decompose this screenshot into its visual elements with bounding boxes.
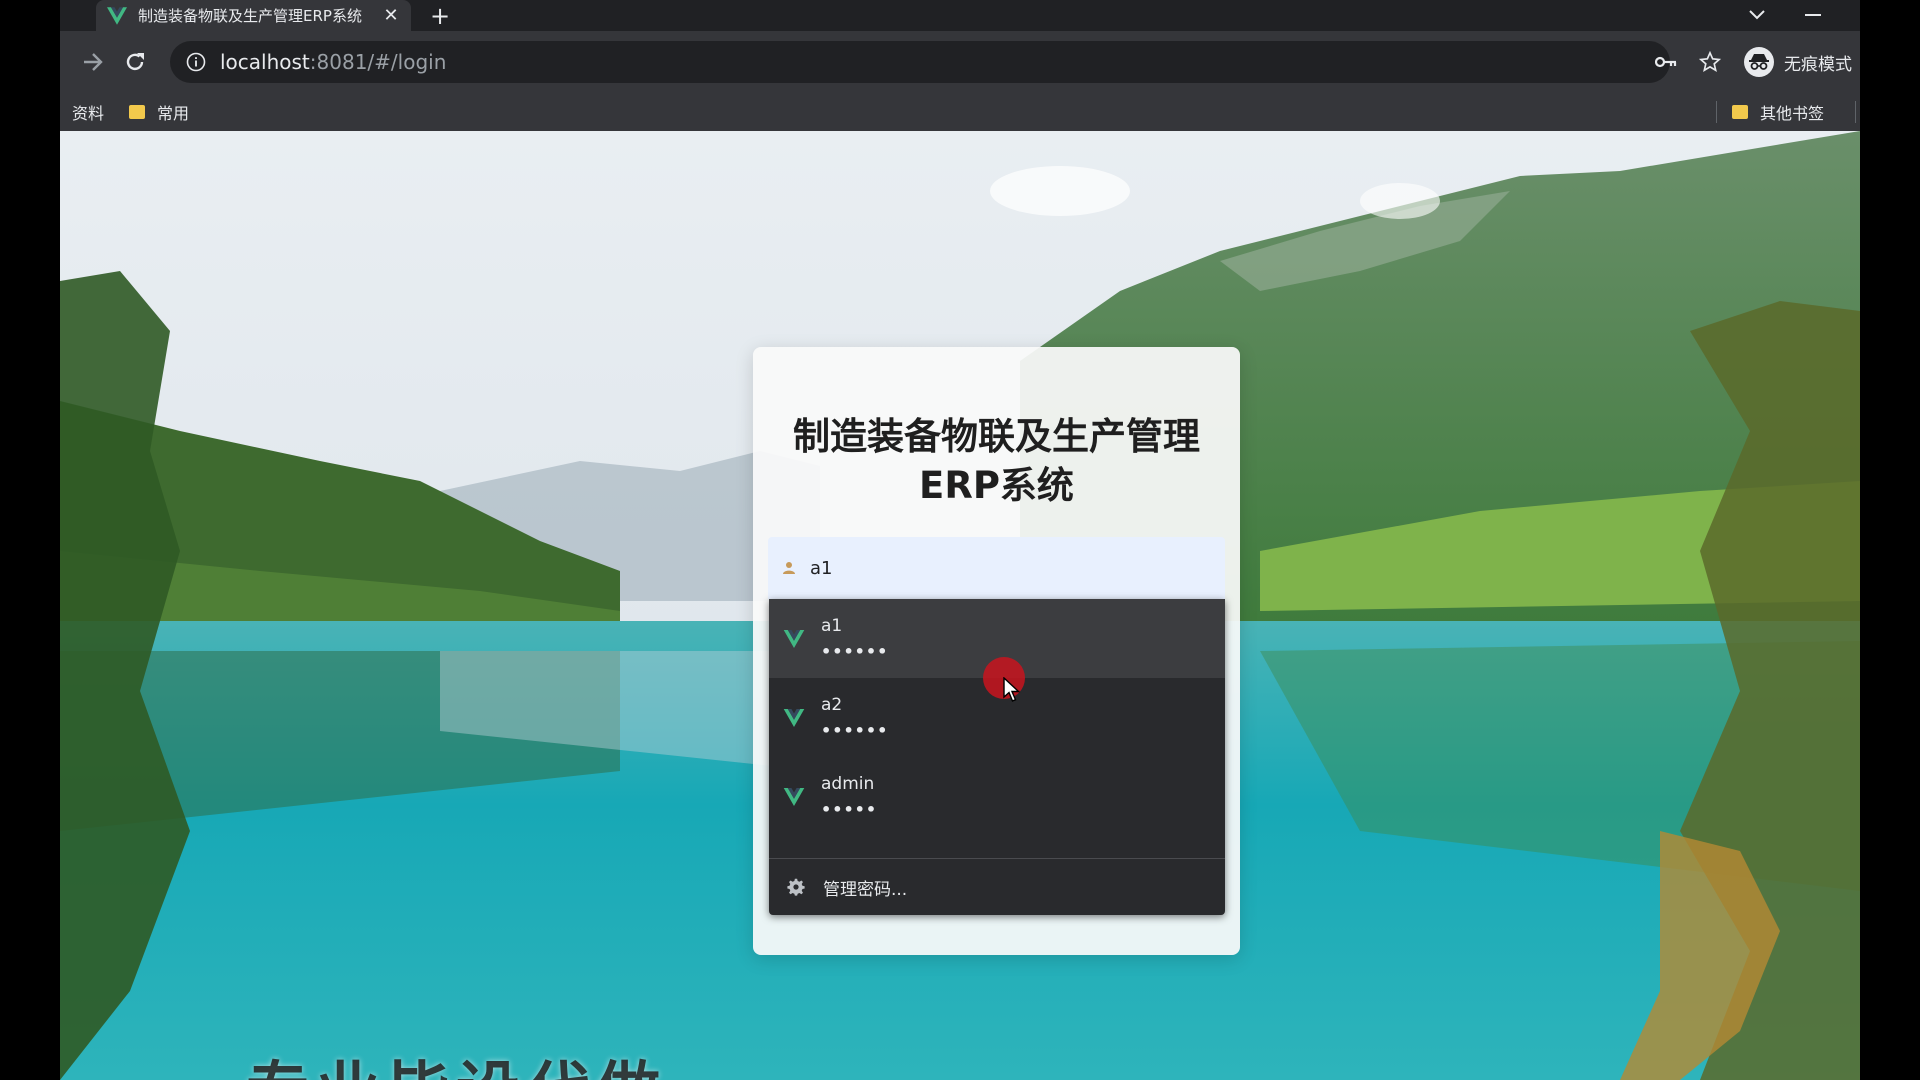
login-page: 制造装备物联及生产管理 ERP系统 a1 a1 •••••• a2 ••••••… xyxy=(60,131,1860,1080)
username-input[interactable]: a1 xyxy=(768,537,1225,599)
autofill-entry[interactable]: admin ••••• xyxy=(769,757,1225,836)
tab-strip: 制造装备物联及生产管理ERP系统 ✕ + xyxy=(60,0,1860,31)
autofill-password-mask: ••••• xyxy=(821,799,878,819)
address-bar[interactable]: localhost:8081/#/login xyxy=(170,41,1670,83)
url-path: :8081/#/login xyxy=(309,50,447,74)
autofill-credentials: a1 •••••• xyxy=(821,615,888,663)
bookmark-ziliao[interactable]: 资料 xyxy=(72,101,104,123)
incognito-label: 无痕模式 xyxy=(1784,54,1852,75)
tab-search-chevron-icon[interactable] xyxy=(1744,2,1770,28)
vue-logo-icon xyxy=(783,708,805,727)
autofill-password-mask: •••••• xyxy=(821,641,889,661)
autofill-credentials: admin ••••• xyxy=(821,773,877,821)
username-value: a1 xyxy=(810,557,833,579)
autofill-username: a2 xyxy=(821,694,843,715)
system-title-line2: ERP系统 xyxy=(919,464,1074,507)
bookmark-star-icon[interactable] xyxy=(1694,45,1726,79)
user-icon xyxy=(782,561,796,575)
folder-icon xyxy=(129,105,145,119)
bookmarks-divider xyxy=(1716,101,1717,123)
autofill-username: admin xyxy=(821,773,875,794)
system-title: 制造装备物联及生产管理 ERP系统 xyxy=(773,412,1220,510)
bookmark-folder-changyong[interactable]: 常用 xyxy=(129,101,189,123)
incognito-icon xyxy=(1744,47,1774,77)
site-info-icon[interactable] xyxy=(186,52,206,72)
login-card: 制造装备物联及生产管理 ERP系统 a1 a1 •••••• a2 ••••••… xyxy=(753,347,1240,955)
bookmarks-bar: 资料 常用 其他书签 xyxy=(60,93,1860,131)
reload-icon[interactable] xyxy=(118,45,152,79)
system-title-line1: 制造装备物联及生产管理 xyxy=(793,415,1200,458)
password-key-icon[interactable] xyxy=(1650,45,1682,79)
folder-icon xyxy=(1732,105,1748,119)
vue-logo-icon xyxy=(783,629,805,648)
bookmark-folder-other[interactable]: 其他书签 xyxy=(1732,101,1824,123)
bookmark-label: 常用 xyxy=(157,104,190,123)
vue-logo-icon xyxy=(106,5,128,27)
url-host: localhost xyxy=(220,50,310,74)
autofill-credentials: a2 •••••• xyxy=(821,694,888,742)
forward-arrow-icon[interactable] xyxy=(76,45,110,79)
browser-toolbar: localhost:8081/#/login 无痕模式 xyxy=(60,31,1860,93)
minimize-window-icon[interactable] xyxy=(1800,2,1826,28)
close-tab-icon[interactable]: ✕ xyxy=(381,5,401,26)
browser-window: 制造装备物联及生产管理ERP系统 ✕ + localhost:8081/#/lo… xyxy=(60,0,1860,1080)
mouse-pointer-icon xyxy=(1003,677,1021,702)
gear-icon xyxy=(787,878,805,896)
bookmark-label: 资料 xyxy=(72,104,105,123)
incognito-indicator[interactable]: 无痕模式 xyxy=(1744,43,1852,81)
vue-logo-icon xyxy=(783,787,805,806)
browser-tab-active[interactable]: 制造装备物联及生产管理ERP系统 ✕ xyxy=(96,0,411,31)
password-autofill-dropdown: a1 •••••• a2 •••••• admin ••••• 管理密码... xyxy=(769,599,1225,915)
autofill-username: a1 xyxy=(821,615,843,636)
video-caption-overlay: 专业毕设代做 xyxy=(246,1041,666,1080)
autofill-password-mask: •••••• xyxy=(821,720,889,740)
manage-passwords-label: 管理密码... xyxy=(823,879,908,900)
bookmarks-divider xyxy=(1855,101,1856,123)
tab-title: 制造装备物联及生产管理ERP系统 xyxy=(138,7,362,25)
new-tab-button[interactable]: + xyxy=(426,2,454,30)
manage-passwords-item[interactable]: 管理密码... xyxy=(769,859,1225,915)
other-bookmarks-label: 其他书签 xyxy=(1760,104,1825,123)
